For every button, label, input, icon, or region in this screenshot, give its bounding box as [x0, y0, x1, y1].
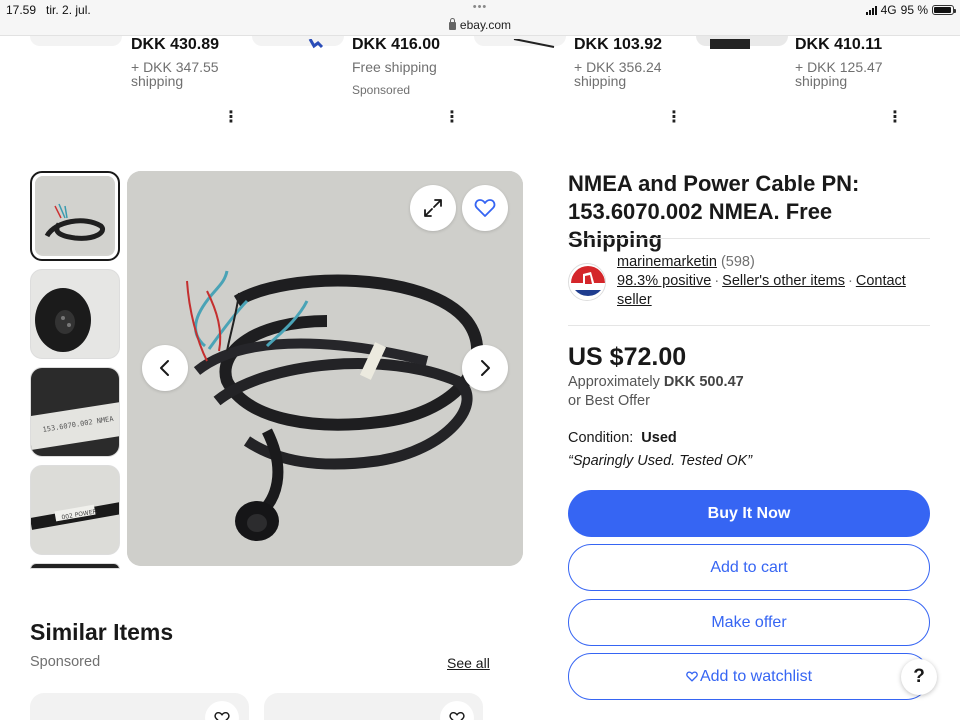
sponsored-label: Sponsored: [352, 83, 411, 97]
more-options-icon[interactable]: ⋮: [444, 109, 460, 127]
item-shipping: + DKK 125.47 shipping: [795, 59, 883, 89]
battery-percent: 95 %: [900, 3, 928, 17]
more-options-icon[interactable]: ⋮: [666, 109, 682, 127]
make-offer-button[interactable]: Make offer: [568, 599, 930, 646]
url-text: ebay.com: [459, 18, 512, 32]
thumbnail-1[interactable]: [30, 171, 120, 261]
add-to-watchlist-button[interactable]: Add to watchlist: [568, 653, 930, 700]
expand-icon: [424, 199, 442, 217]
signal-icon: [865, 5, 877, 15]
top-carousel: DKK 430.89 + DKK 347.55 shipping ⋮ DKK 4…: [0, 36, 960, 136]
carousel-item[interactable]: DKK 430.89 + DKK 347.55 shipping ⋮: [131, 36, 341, 136]
approx-price: Approximately DKK 500.47: [568, 374, 744, 390]
approx-prefix: Approximately: [568, 374, 660, 390]
divider: [568, 325, 930, 326]
seller-info: marinemarketin (598) 98.3% positive · Sell…: [617, 253, 930, 310]
similar-items-heading: Similar Items: [30, 619, 174, 645]
thumbnail-5[interactable]: [30, 563, 120, 569]
approx-value: DKK 500.47: [663, 374, 744, 390]
seller-positive-link[interactable]: 98.3% positive: [617, 273, 711, 289]
similar-sponsored-label: Sponsored: [30, 654, 101, 670]
item-price: DKK 410.11: [795, 36, 883, 53]
item-price: DKK 103.92: [574, 36, 663, 53]
condition: Condition: Used: [568, 430, 677, 446]
add-to-cart-button[interactable]: Add to cart: [568, 544, 930, 591]
favorite-button[interactable]: [462, 185, 508, 231]
carousel-item[interactable]: DKK 416.00 Free shipping Sponsored ⋮: [352, 36, 562, 136]
heart-icon: [214, 711, 230, 720]
thumbnail-image: [31, 270, 119, 358]
seller-other-items-link[interactable]: Seller's other items: [722, 273, 845, 289]
condition-label: Condition:: [568, 430, 634, 446]
item-shipping: + DKK 356.24 shipping: [574, 59, 662, 89]
heart-icon: [449, 711, 465, 720]
tab-menu-dots-icon[interactable]: •••: [0, 2, 960, 13]
thumbnail-3[interactable]: 153.6070.002 NMEA: [30, 367, 120, 457]
condition-note: “Sparingly Used. Tested OK”: [568, 453, 753, 469]
buy-it-now-button[interactable]: Buy It Now: [568, 490, 930, 537]
previous-image-button[interactable]: [142, 345, 188, 391]
chevron-left-icon: [160, 360, 169, 376]
status-bar: 17.59 tir. 2. jul. ••• ebay.com 4G 95 %: [0, 0, 960, 36]
network-type: 4G: [880, 3, 897, 17]
battery-icon: [932, 5, 956, 15]
more-options-icon[interactable]: ⋮: [887, 109, 903, 127]
seller-logo-icon: [569, 264, 605, 300]
next-image-button[interactable]: [462, 345, 508, 391]
thumbnail-2[interactable]: [30, 269, 120, 359]
thumbnail-4[interactable]: 002 POWER: [30, 465, 120, 555]
separator-dot: ·: [848, 273, 853, 289]
item-price: US $72.00: [568, 343, 687, 371]
separator-dot: ·: [714, 273, 720, 289]
heart-icon: [686, 671, 698, 682]
heart-icon: [474, 199, 496, 217]
item-title: NMEA and Power Cable PN: 153.6070.002 NM…: [568, 171, 860, 252]
main-product-image[interactable]: [127, 171, 523, 566]
chevron-right-icon: [481, 360, 490, 376]
carousel-item[interactable]: DKK 410.11 + DKK 125.47 shipping ⋮: [795, 36, 960, 136]
address-bar[interactable]: ebay.com: [0, 18, 960, 32]
item-shipping: + DKK 347.55 shipping: [131, 59, 219, 89]
item-shipping: Free shipping: [352, 59, 437, 75]
item-price: DKK 416.00: [352, 36, 441, 53]
status-indicators: 4G 95 %: [865, 3, 956, 17]
similar-item-favorite-button[interactable]: [205, 701, 239, 720]
seller-avatar[interactable]: [568, 263, 606, 301]
seller-feedback-count: (598): [720, 254, 755, 270]
more-options-icon[interactable]: ⋮: [223, 109, 239, 127]
thumbnail-image: 002 POWER: [31, 466, 119, 554]
lock-icon: [448, 18, 456, 30]
help-button[interactable]: ?: [901, 659, 937, 695]
similar-item-card[interactable]: [264, 693, 483, 720]
item-price: DKK 430.89: [131, 36, 220, 53]
see-all-link[interactable]: See all: [447, 655, 490, 671]
carousel-item[interactable]: DKK 103.92 + DKK 356.24 shipping ⋮: [574, 36, 784, 136]
similar-item-card[interactable]: [30, 693, 249, 720]
expand-image-button[interactable]: [410, 185, 456, 231]
thumbnail-image: [35, 176, 115, 256]
best-offer-text: or Best Offer: [568, 393, 650, 409]
divider: [568, 238, 930, 239]
seller-name-link[interactable]: marinemarketin: [617, 254, 717, 270]
thumbnail-image: 153.6070.002 NMEA: [31, 368, 119, 456]
watchlist-label: Add to watchlist: [699, 667, 813, 685]
similar-item-favorite-button[interactable]: [440, 701, 474, 720]
condition-value: Used: [641, 430, 677, 446]
